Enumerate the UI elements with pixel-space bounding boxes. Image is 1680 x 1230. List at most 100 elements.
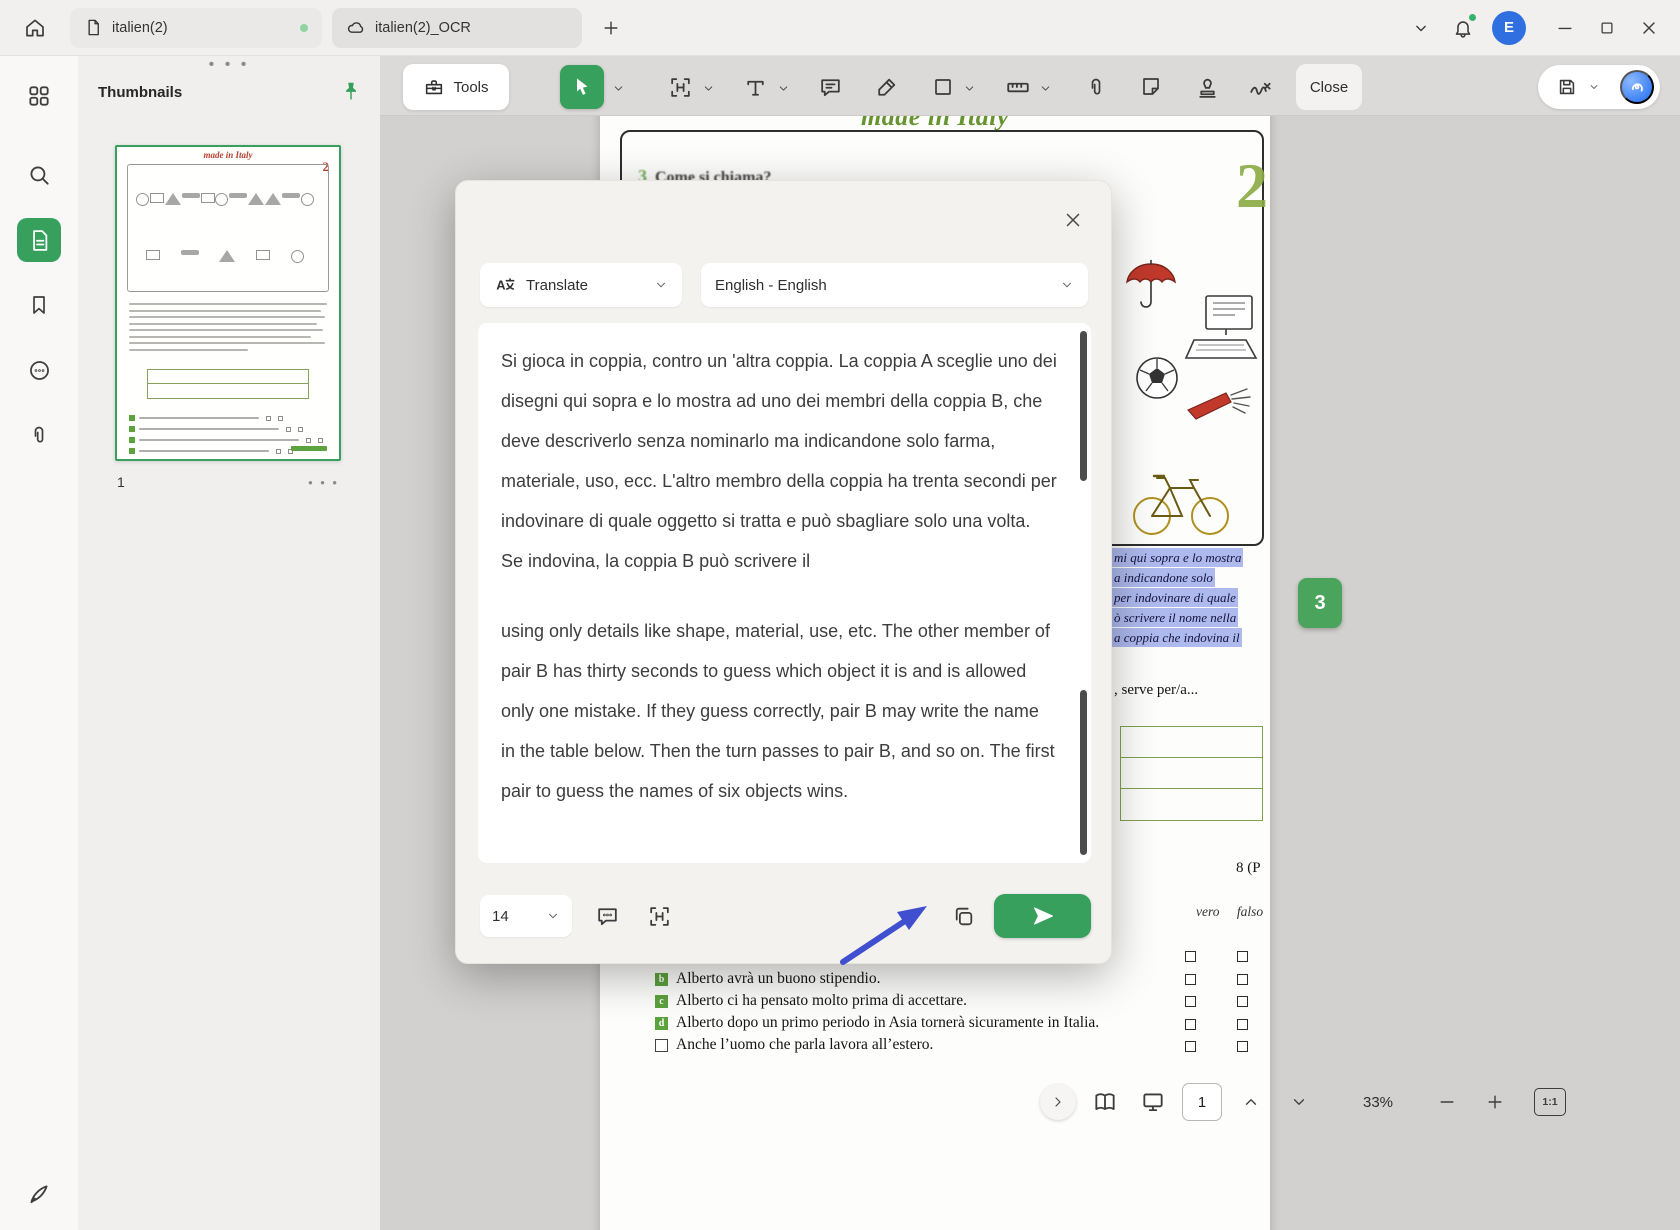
document-tab-italien2[interactable]: italien(2) bbox=[70, 7, 322, 48]
dialog-close-button[interactable] bbox=[1059, 206, 1087, 234]
list-item: d Alberto dopo un primo periodo in Asia … bbox=[655, 1012, 1125, 1034]
document-canvas[interactable]: made in Italy 3 Come si chiama? 2 mi qui… bbox=[380, 116, 1680, 1230]
truefalse-header: vero falso bbox=[1196, 904, 1264, 919]
zoom-in-button[interactable] bbox=[1476, 1083, 1514, 1121]
previous-page-button[interactable] bbox=[1232, 1083, 1270, 1121]
chevron-down-icon bbox=[549, 913, 557, 919]
font-size-dropdown[interactable]: 14 bbox=[480, 895, 572, 937]
minimize-button[interactable] bbox=[1544, 7, 1586, 49]
signature-tool-button[interactable] bbox=[1243, 69, 1279, 105]
next-page-button[interactable] bbox=[1280, 1083, 1318, 1121]
pencil-tool-button[interactable] bbox=[868, 69, 904, 105]
page-thumbnail-1[interactable]: made in Italy 2 bbox=[115, 145, 341, 461]
vero-checkbox bbox=[1185, 1041, 1196, 1052]
list-item: Anche l’uomo che parla lavora all’estero… bbox=[655, 1034, 1125, 1056]
rail-item-search[interactable] bbox=[17, 153, 61, 197]
scrollbar-thumb[interactable] bbox=[1080, 331, 1087, 481]
maximize-icon bbox=[1601, 21, 1613, 34]
brackets-h-icon bbox=[649, 906, 669, 926]
panel-more-icon[interactable]: • • • bbox=[78, 56, 380, 74]
tab-label: italien(2)_OCR bbox=[375, 19, 471, 36]
insert-text-box-button[interactable] bbox=[640, 897, 678, 935]
home-button[interactable] bbox=[14, 7, 56, 49]
scrollbar-thumb[interactable] bbox=[1080, 690, 1087, 855]
text-tool-button[interactable] bbox=[737, 69, 773, 105]
presentation-mode-button[interactable] bbox=[1134, 1083, 1172, 1121]
item-marker: b bbox=[655, 972, 668, 986]
ai-assistant-button[interactable] bbox=[1620, 70, 1654, 104]
sticky-note-icon bbox=[1143, 78, 1159, 95]
measure-tool-button[interactable] bbox=[1000, 69, 1036, 105]
rail-item-comments[interactable] bbox=[17, 348, 61, 392]
zoom-out-button[interactable] bbox=[1428, 1083, 1466, 1121]
close-icon bbox=[1066, 213, 1080, 227]
page-number-input[interactable] bbox=[1182, 1083, 1222, 1121]
save-icon bbox=[1559, 79, 1575, 95]
save-dropdown[interactable] bbox=[1587, 79, 1601, 95]
serve-text: , serve per/a... bbox=[1114, 682, 1199, 698]
actual-size-button[interactable]: 1:1 bbox=[1534, 1088, 1566, 1116]
quill-pen-icon bbox=[30, 1185, 48, 1204]
text-tool-dropdown[interactable] bbox=[775, 80, 791, 96]
scrollbar bbox=[1079, 597, 1087, 859]
sticker-tool-button[interactable] bbox=[1133, 69, 1169, 105]
tabs-dropdown-button[interactable] bbox=[1400, 7, 1442, 49]
shape-tool-dropdown[interactable] bbox=[961, 80, 977, 96]
thumbnail-more-icon[interactable]: • • • bbox=[308, 475, 339, 490]
book-open-icon bbox=[1095, 1093, 1115, 1110]
attach-tool-button[interactable] bbox=[1078, 69, 1114, 105]
rail-item-pen-settings[interactable] bbox=[17, 1172, 61, 1216]
close-window-button[interactable] bbox=[1628, 7, 1670, 49]
cloud-icon bbox=[347, 21, 364, 33]
thumbnail-doodles bbox=[127, 164, 329, 292]
marker-pen-icon bbox=[877, 78, 895, 96]
maximize-button[interactable] bbox=[1586, 7, 1628, 49]
signature-icon bbox=[1250, 82, 1271, 95]
text-T-icon bbox=[746, 80, 764, 96]
save-button[interactable] bbox=[1552, 72, 1582, 102]
chevron-down-icon bbox=[657, 282, 665, 288]
send-button[interactable] bbox=[994, 894, 1091, 938]
source-text-pane[interactable]: Si gioca in coppia, contro un 'altra cop… bbox=[478, 323, 1091, 593]
translation-text-area: Si gioca in coppia, contro un 'altra cop… bbox=[478, 323, 1091, 863]
expand-statusbar-button[interactable] bbox=[1040, 1084, 1076, 1120]
language-pair-dropdown[interactable]: English - English bbox=[701, 263, 1088, 307]
vero-checkbox bbox=[1185, 951, 1196, 962]
rail-item-attachments[interactable] bbox=[17, 413, 61, 457]
new-tab-button[interactable] bbox=[590, 7, 632, 49]
translated-text-pane[interactable]: using only details like shape, material,… bbox=[478, 593, 1091, 863]
chevron-down-icon bbox=[779, 85, 787, 91]
rail-item-thumbnails[interactable] bbox=[17, 218, 61, 262]
text-box-tool-button[interactable] bbox=[662, 69, 698, 105]
mode-dropdown[interactable]: A Translate bbox=[480, 263, 682, 307]
measure-tool-dropdown[interactable] bbox=[1037, 80, 1053, 96]
falso-checkbox bbox=[1237, 1018, 1248, 1030]
main-toolbar: Tools Close bbox=[380, 56, 1680, 116]
reading-mode-button[interactable] bbox=[1086, 1083, 1124, 1121]
comment-tool-button[interactable] bbox=[812, 69, 848, 105]
select-tool-dropdown[interactable] bbox=[610, 80, 626, 96]
document-tab-italien2-ocr[interactable]: italien(2)_OCR bbox=[332, 7, 582, 48]
paperclip-icon bbox=[1091, 78, 1101, 95]
copy-button[interactable] bbox=[944, 897, 982, 935]
falso-checkbox bbox=[1237, 1041, 1248, 1052]
stamp-tool-button[interactable] bbox=[1189, 69, 1225, 105]
notifications-button[interactable] bbox=[1442, 7, 1484, 49]
add-comment-button[interactable] bbox=[588, 897, 626, 935]
page-marker-tab[interactable]: 3 bbox=[1298, 578, 1342, 628]
falso-checkbox bbox=[1237, 973, 1248, 985]
rail-item-bookmarks[interactable] bbox=[17, 283, 61, 327]
thumbnail-page-number: 1 bbox=[117, 474, 125, 490]
user-avatar[interactable]: E bbox=[1492, 10, 1526, 45]
selection-line: ò scrivere il nome nella bbox=[1112, 608, 1239, 627]
chevron-up-icon bbox=[1245, 1099, 1257, 1105]
chevron-right-icon bbox=[1055, 1097, 1061, 1107]
select-tool-button[interactable] bbox=[560, 65, 604, 109]
tools-button[interactable]: Tools bbox=[403, 64, 509, 110]
shape-tool-button[interactable] bbox=[925, 69, 961, 105]
close-tools-button[interactable]: Close bbox=[1296, 64, 1362, 110]
text-box-tool-dropdown[interactable] bbox=[700, 80, 716, 96]
pin-panel-button[interactable] bbox=[340, 80, 362, 105]
rail-item-apps[interactable] bbox=[17, 74, 61, 118]
toolbox-icon bbox=[426, 80, 443, 95]
